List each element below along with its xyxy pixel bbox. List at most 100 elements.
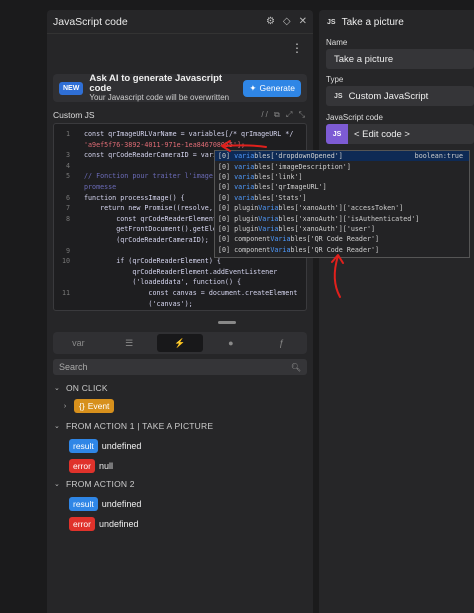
ai-banner-text: Ask AI to generate Javascript code Your … xyxy=(89,72,243,102)
autocomplete-type-icon: [0] xyxy=(218,162,231,171)
suggestion-prefix: plugin xyxy=(234,204,259,213)
js-icon[interactable]: JS xyxy=(326,124,348,144)
autocomplete-item[interactable]: [0] varia bles['link'] xyxy=(215,172,469,182)
code-text: qrCodeReaderElement.addEventListener xyxy=(84,267,278,276)
ai-banner-title: Ask AI to generate Javascript code xyxy=(89,72,223,94)
autocomplete-type-icon: [0] xyxy=(218,183,231,192)
autocomplete-item[interactable]: [0] varia bles['Stats'] xyxy=(215,193,469,203)
app-root: JavaScript code ⚙ ◇ ✕ ⋮ NEW Ask AI to ge… xyxy=(0,0,474,613)
autocomplete-item[interactable]: [0] varia bles['imageDescription'] xyxy=(215,161,469,171)
line-number: 10 xyxy=(61,257,70,266)
suggestion-suffix: bles['xanoAuth']['user'] xyxy=(278,224,376,233)
tab-data[interactable]: ☰ xyxy=(106,334,153,352)
ai-banner: NEW Ask AI to generate Javascript code Y… xyxy=(53,72,307,102)
error-badge[interactable]: error xyxy=(69,459,95,473)
autocomplete-type-icon: [0] xyxy=(218,172,231,181)
result-value: undefined xyxy=(101,499,142,509)
generate-button[interactable]: ✦ Generate xyxy=(243,79,301,97)
autocomplete-item[interactable]: [0] plugin Varia bles['xanoAuth']['accessTo… xyxy=(215,203,469,213)
close-icon[interactable]: ✕ xyxy=(299,16,307,27)
action1-error: error null xyxy=(53,458,307,474)
suggestion-match: Varia xyxy=(270,245,291,254)
suggestion-suffix: bles['Stats'] xyxy=(254,193,307,202)
autocomplete-type-icon: [0] xyxy=(218,214,231,223)
code-text: ('loadeddata', function() { xyxy=(84,278,242,287)
formula-tabbar: var ☰ ⚡ ● ƒ xyxy=(53,332,307,354)
suggestion-suffix: bles['imageDescription'] xyxy=(254,162,351,171)
section-on-click[interactable]: ⌄ ON CLICK xyxy=(53,382,307,394)
code-text: const qrCodeReaderElement xyxy=(84,214,217,223)
js-icon: JS xyxy=(334,92,343,100)
autocomplete-item[interactable]: [0] plugin Varia bles['xanoAuth']['user'] xyxy=(215,224,469,234)
result-badge[interactable]: result xyxy=(69,497,98,511)
section-action-1[interactable]: ⌄ FROM ACTION 1 | TAKE A PICTURE xyxy=(53,420,307,432)
suggestion-suffix: bles['xanoAuth']['accessToken'] xyxy=(278,204,404,213)
editor-tools[interactable]: // ⧉ ⤢ ⤡ xyxy=(261,110,307,120)
result-value: undefined xyxy=(101,441,142,451)
error-badge[interactable]: error xyxy=(69,517,95,531)
line-number: 7 xyxy=(65,204,70,213)
suggestion-prefix: plugin xyxy=(234,224,259,233)
suggestion-match: varia xyxy=(234,183,255,192)
tab-variables[interactable]: var xyxy=(55,334,102,352)
autocomplete-item[interactable]: [0] varia bles['qrImageURL'] xyxy=(215,182,469,192)
ai-banner-subtitle: Your Javascript code will be overwritten xyxy=(89,92,230,102)
line-number: 11 xyxy=(61,289,70,297)
custom-js-label: Custom JS xyxy=(53,110,95,120)
action1-result: result undefined xyxy=(53,438,307,454)
sparkle-icon: ✦ xyxy=(249,82,257,93)
result-badge[interactable]: result xyxy=(69,439,98,453)
suggestion-match: varia xyxy=(234,172,255,181)
action2-result: result undefined xyxy=(53,496,307,512)
suggestion-prefix: component xyxy=(234,245,271,254)
tab-actions[interactable]: ⚡ xyxy=(156,334,204,352)
name-label: Name xyxy=(326,38,348,47)
tab-user[interactable]: ● xyxy=(207,334,254,352)
suggestion-prefix: plugin xyxy=(234,214,259,223)
autocomplete-type-icon: [0] xyxy=(218,204,231,213)
line-number: 4 xyxy=(65,161,70,170)
type-select[interactable]: JS Custom JavaScript xyxy=(326,86,474,106)
suggestion-suffix: bles['link'] xyxy=(254,172,303,181)
code-text: return new Promise((resolve, r xyxy=(84,204,221,213)
resize-handle[interactable] xyxy=(218,321,236,324)
event-row: › {} Event xyxy=(53,398,307,414)
section-label: ON CLICK xyxy=(66,383,108,393)
suggestion-match: varia xyxy=(234,162,255,171)
section-action-2[interactable]: ⌄ FROM ACTION 2 xyxy=(53,478,307,490)
suggestion-match: Varia xyxy=(258,204,279,213)
custom-js-header: Custom JS // ⧉ ⤢ ⤡ xyxy=(53,109,307,121)
variables-tree: ⌄ ON CLICK › {} Event ⌄ FROM ACTION 1 | … xyxy=(53,382,307,536)
search-placeholder: Search xyxy=(59,362,88,372)
line-number: 9 xyxy=(65,246,70,255)
edit-code-button[interactable]: < Edit code > xyxy=(348,124,474,144)
line-number: 5 xyxy=(65,172,70,181)
code-text: (qrCodeReaderCameraID); xyxy=(84,236,209,244)
autocomplete-type-icon: [0] xyxy=(218,235,231,244)
suggestion-match: Varia xyxy=(258,214,279,223)
code-text: const qrCodeReaderCameraID = varia; xyxy=(84,151,225,160)
error-value: null xyxy=(98,461,113,471)
line-number: 3 xyxy=(65,151,70,160)
gear-icon[interactable]: ⚙ xyxy=(266,16,275,27)
expand-icon[interactable]: ◇ xyxy=(283,16,291,27)
type-label: Type xyxy=(326,75,344,84)
generate-button-label: Generate xyxy=(259,83,295,93)
event-pill[interactable]: {} Event xyxy=(74,399,115,413)
type-value: Custom JavaScript xyxy=(348,90,429,102)
autocomplete-item[interactable]: [0] plugin Varia bles['xanoAuth']['isAuthen… xyxy=(215,213,469,223)
autocomplete-item[interactable]: [0] component Varia bles['QR Code Reader'] xyxy=(215,234,469,244)
suggestion-match: varia xyxy=(234,193,255,202)
name-value: Take a picture xyxy=(334,53,394,65)
chevron-right-icon[interactable]: › xyxy=(61,403,69,410)
js-icon: JS xyxy=(327,18,336,26)
action-title: Take a picture xyxy=(341,16,404,28)
code-text: getFrontDocument().getElem xyxy=(84,225,221,234)
new-badge: NEW xyxy=(59,81,84,95)
tab-formulas[interactable]: ƒ xyxy=(258,334,305,352)
event-label: Event xyxy=(87,401,110,411)
more-options-icon[interactable]: ⋮ xyxy=(291,41,303,55)
chevron-down-icon: ⌄ xyxy=(53,481,61,488)
name-field[interactable]: Take a picture xyxy=(326,49,474,69)
search-input[interactable]: Search 🔍︎ xyxy=(53,359,307,375)
